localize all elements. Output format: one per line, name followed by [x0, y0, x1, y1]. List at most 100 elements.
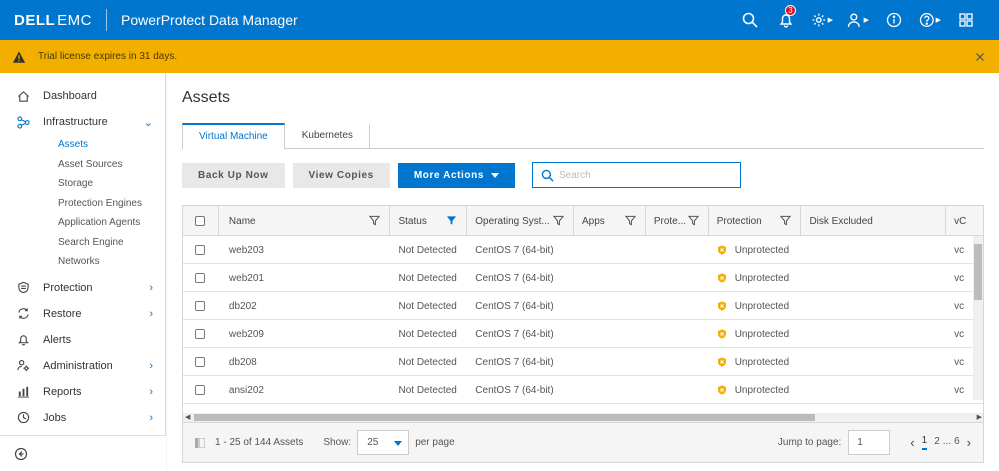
- sidebar-item-administration[interactable]: Administration ›: [0, 353, 165, 379]
- asset-protection: Unprotected: [709, 320, 802, 348]
- sidebar-subitem-protection-engines[interactable]: Protection Engines: [0, 194, 165, 214]
- column-header-protection[interactable]: Protection: [709, 206, 802, 236]
- asset-protection-policy: [646, 348, 709, 376]
- filter-icon[interactable]: [553, 215, 565, 226]
- page-1[interactable]: 1: [921, 435, 928, 450]
- sidebar-item-label: Dashboard: [43, 90, 97, 102]
- filter-icon[interactable]: [687, 215, 699, 226]
- sidebar-subitem-networks[interactable]: Networks: [0, 252, 165, 272]
- search-icon[interactable]: [739, 9, 761, 31]
- row-checkbox[interactable]: [195, 245, 205, 255]
- settings-gear-icon[interactable]: ▶: [811, 9, 833, 31]
- asset-name[interactable]: db202: [219, 292, 391, 320]
- asset-name[interactable]: web209: [219, 320, 391, 348]
- protection-status: Unprotected: [734, 272, 790, 284]
- table-row[interactable]: ansi202 Not Detected CentOS 7 (64-bit) Unpr…: [183, 376, 983, 404]
- help-icon[interactable]: ▶: [919, 9, 941, 31]
- sidebar-item-protection[interactable]: Protection ›: [0, 275, 165, 301]
- sidebar-item-alerts[interactable]: Alerts: [0, 327, 165, 353]
- asset-name[interactable]: web203: [219, 236, 391, 264]
- column-header-operating-system[interactable]: Operating Syst...: [467, 206, 575, 236]
- select-all-checkbox[interactable]: [195, 216, 205, 226]
- table-row[interactable]: db208 Not Detected CentOS 7 (64-bit) Unprot…: [183, 348, 983, 376]
- column-header-vcenter[interactable]: vC: [946, 206, 983, 236]
- column-label: Name: [228, 215, 256, 227]
- more-actions-button[interactable]: More Actions: [397, 162, 516, 188]
- collapse-sidebar-icon[interactable]: [14, 447, 28, 461]
- asset-status: Not Detected: [398, 300, 457, 312]
- clock-icon: [16, 411, 30, 425]
- chevron-right-icon[interactable]: ›: [967, 435, 971, 450]
- column-header-disk-excluded[interactable]: Disk Excluded: [801, 206, 947, 236]
- table-row[interactable]: web209 Not Detected CentOS 7 (64-bit) Unpro…: [183, 320, 983, 348]
- asset-protection: Unprotected: [709, 236, 802, 264]
- back-up-now-button[interactable]: Back Up Now: [182, 162, 285, 188]
- sidebar-subitem-storage[interactable]: Storage: [0, 174, 165, 194]
- vertical-scroll-thumb[interactable]: [974, 244, 982, 300]
- column-header-protection-policy[interactable]: Prote...: [646, 206, 709, 236]
- table-row[interactable]: web203 Not Detected CentOS 7 (64-bit) Unpro…: [183, 236, 983, 264]
- page-6[interactable]: 6: [954, 436, 960, 449]
- filter-icon[interactable]: [369, 215, 381, 226]
- caret-down-icon: [394, 441, 403, 446]
- asset-name[interactable]: ansi202: [219, 376, 391, 404]
- column-panel-icon[interactable]: [195, 437, 205, 448]
- row-checkbox[interactable]: [195, 385, 205, 395]
- table-row[interactable]: db202 Not Detected CentOS 7 (64-bit) Unprot…: [183, 292, 983, 320]
- asset-protection: Unprotected: [709, 348, 802, 376]
- asset-protection: Unprotected: [709, 376, 802, 404]
- info-icon[interactable]: [883, 9, 905, 31]
- asset-status: Not Detected: [398, 328, 457, 340]
- row-checkbox[interactable]: [195, 357, 205, 367]
- asset-os: CentOS 7 (64-bit): [475, 300, 554, 312]
- tab-virtual-machine[interactable]: Virtual Machine: [182, 123, 285, 150]
- sidebar-subitem-search-engine[interactable]: Search Engine: [0, 233, 165, 253]
- sidebar-item-label: Protection: [43, 281, 93, 294]
- user-account-icon[interactable]: ▶: [847, 9, 869, 31]
- sidebar-item-infrastructure[interactable]: Infrastructure ⌄: [0, 109, 165, 135]
- row-checkbox[interactable]: [195, 273, 205, 283]
- unprotected-shield-icon: [717, 273, 726, 283]
- sidebar-item-jobs[interactable]: Jobs ›: [0, 405, 165, 431]
- sidebar-item-restore[interactable]: Restore ›: [0, 301, 165, 327]
- search-box[interactable]: [532, 162, 742, 188]
- search-input[interactable]: [559, 169, 730, 181]
- vertical-scrollbar[interactable]: [973, 236, 983, 400]
- asset-name[interactable]: web201: [219, 264, 391, 292]
- column-header-apps[interactable]: Apps: [574, 206, 646, 236]
- filter-icon[interactable]: [624, 215, 636, 226]
- scroll-left-arrow-icon[interactable]: ◀: [185, 413, 190, 421]
- row-checkbox[interactable]: [195, 301, 205, 311]
- dell-emc-logo[interactable]: DELL EMC: [0, 12, 92, 29]
- header-select-all[interactable]: [183, 206, 219, 236]
- sidebar-item-reports[interactable]: Reports ›: [0, 379, 165, 405]
- close-icon[interactable]: [973, 50, 987, 64]
- sidebar-subitem-assets[interactable]: Assets: [0, 135, 165, 155]
- row-checkbox[interactable]: [195, 329, 205, 339]
- asset-apps: [574, 376, 646, 404]
- horizontal-scrollbar[interactable]: ◀ ▶: [183, 413, 983, 422]
- jump-to-page-input[interactable]: 1: [848, 430, 891, 455]
- sidebar-item-label: Reports: [43, 385, 82, 398]
- per-page-value: 25: [367, 437, 379, 448]
- column-header-name[interactable]: Name: [219, 206, 391, 236]
- sidebar-subitem-application-agents[interactable]: Application Agents: [0, 213, 165, 233]
- chevron-left-icon[interactable]: ‹: [910, 435, 914, 450]
- page-2[interactable]: 2: [934, 436, 940, 449]
- column-header-status[interactable]: Status: [390, 206, 468, 236]
- scroll-right-arrow-icon[interactable]: ▶: [977, 413, 982, 421]
- asset-name[interactable]: db208: [219, 348, 391, 376]
- horizontal-scroll-thumb[interactable]: [194, 414, 815, 421]
- sidebar-item-label: Administration: [43, 359, 113, 372]
- app-grid-icon[interactable]: [955, 9, 977, 31]
- tab-kubernetes[interactable]: Kubernetes: [285, 123, 370, 149]
- row-select-cell: [183, 348, 219, 376]
- table-row[interactable]: web201 Not Detected CentOS 7 (64-bit) Unpro…: [183, 264, 983, 292]
- view-copies-button[interactable]: View Copies: [292, 162, 390, 188]
- per-page-select[interactable]: 25: [357, 430, 410, 455]
- notifications-bell-icon[interactable]: 3: [775, 5, 797, 31]
- filter-icon[interactable]: [780, 215, 792, 226]
- sidebar-item-dashboard[interactable]: Dashboard: [0, 83, 165, 109]
- filter-active-icon[interactable]: [446, 215, 457, 226]
- sidebar-subitem-asset-sources[interactable]: Asset Sources: [0, 155, 165, 175]
